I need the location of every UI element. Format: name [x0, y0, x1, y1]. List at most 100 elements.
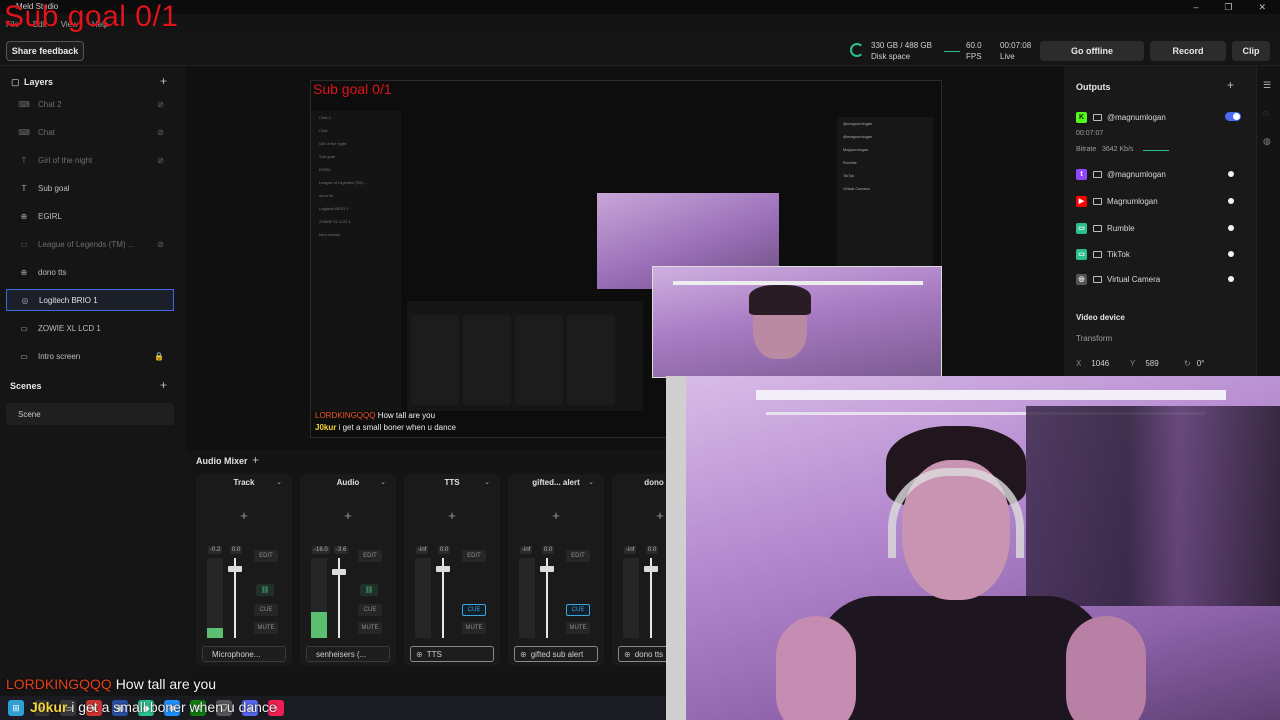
layer-item[interactable]: ▭ Intro screen 🔒 — [6, 345, 174, 367]
nested-channel — [411, 315, 459, 405]
layer-item[interactable]: ⊕ dono tts — [6, 261, 174, 283]
share-feedback-button[interactable]: Share feedback — [6, 41, 84, 61]
mute-button[interactable]: MUTE — [254, 622, 278, 634]
source-icon: ⊕ — [624, 649, 631, 659]
nested-output-row: Magnumlogan — [843, 147, 869, 152]
output-item[interactable]: ▭ TikTok — [1076, 246, 1246, 262]
chevron-down-icon[interactable]: ⌄ — [588, 478, 594, 486]
edit-button[interactable]: EDIT — [358, 550, 382, 562]
layer-label: Chat — [38, 127, 55, 137]
closet-rod — [673, 281, 923, 285]
layer-item[interactable]: T Sub goal — [6, 177, 174, 199]
level-meter — [519, 558, 535, 638]
layer-item[interactable]: T Girl of the night ⊘ — [6, 149, 174, 171]
db-right: 0.0 — [646, 546, 659, 554]
mute-button[interactable]: MUTE — [358, 622, 382, 634]
add-scene-button[interactable]: + — [160, 378, 167, 392]
channel-source-select[interactable]: Microphone... — [202, 646, 286, 662]
fader-knob[interactable] — [436, 566, 450, 572]
output-item[interactable]: t @magnumlogan — [1076, 166, 1246, 182]
y-field[interactable]: Y 589 — [1130, 356, 1159, 371]
hidden-icon[interactable]: ⊘ — [157, 100, 164, 109]
db-right: -3.6 — [334, 546, 349, 554]
edit-button[interactable]: EDIT — [254, 550, 278, 562]
x-label: X — [1076, 359, 1082, 368]
edit-button[interactable]: EDIT — [566, 550, 590, 562]
hidden-icon[interactable]: ⊘ — [157, 240, 164, 249]
cue-button[interactable]: CUE — [566, 604, 590, 616]
hidden-icon[interactable]: ⊘ — [157, 156, 164, 165]
layer-item[interactable]: ◎ Logitech BRIO 1 — [6, 289, 174, 311]
mute-button[interactable]: MUTE — [566, 622, 590, 634]
fader-knob[interactable] — [540, 566, 554, 572]
channel-source-select[interactable]: ⊕ TTS — [410, 646, 494, 662]
fader-knob[interactable] — [228, 566, 242, 572]
chevron-down-icon[interactable]: ⌄ — [380, 478, 386, 486]
output-item[interactable]: ▶ Magnumlogan — [1076, 193, 1246, 209]
link-icon[interactable]: ⛓ — [256, 584, 274, 596]
output-status-dot[interactable] — [1228, 276, 1234, 282]
minimize-icon[interactable]: – — [1193, 2, 1198, 13]
add-output-button[interactable]: + — [1227, 78, 1234, 92]
cue-button[interactable]: CUE — [462, 604, 486, 616]
layer-item[interactable]: ▭ ZOWIE XL LCD 1 — [6, 317, 174, 339]
channel-source-select[interactable]: ⊕ gifted sub alert — [514, 646, 598, 662]
output-status-dot[interactable] — [1228, 198, 1234, 204]
add-filter-button[interactable]: + — [508, 508, 604, 523]
mixer-channel: gifted... alert ⌄ + -inf 0.0 EDIT CUE MUTE ⊕ gift… — [508, 474, 604, 666]
layers-collapse-icon[interactable]: ▢ — [11, 77, 20, 88]
go-offline-button[interactable]: Go offline — [1040, 41, 1144, 61]
output-item[interactable]: ◎ Virtual Camera — [1076, 271, 1246, 287]
add-filter-button[interactable]: + — [300, 508, 396, 523]
hidden-icon[interactable]: ⊘ — [157, 128, 164, 137]
layer-label: Intro screen — [38, 351, 81, 361]
fader-knob[interactable] — [332, 569, 346, 576]
fader-knob[interactable] — [644, 566, 658, 572]
chat-user: LORDKINGQQQ — [6, 676, 112, 692]
add-filter-button[interactable]: + — [196, 508, 292, 523]
output-status-dot[interactable] — [1228, 251, 1234, 257]
level-meter — [207, 558, 223, 638]
edit-button[interactable]: EDIT — [462, 550, 486, 562]
cue-button[interactable]: CUE — [254, 604, 278, 616]
start-icon[interactable]: ⊞ — [8, 700, 24, 716]
chat-icon[interactable]: ◌ — [1263, 108, 1268, 118]
record-button[interactable]: Record — [1150, 41, 1226, 61]
output-kick[interactable]: K @magnumlogan — [1076, 109, 1246, 125]
layer-label: EGIRL — [38, 211, 63, 221]
audio-icon[interactable]: ◍ — [1263, 136, 1271, 147]
output-toggle[interactable] — [1225, 112, 1241, 121]
layer-item[interactable]: ⊕ EGIRL — [6, 205, 174, 227]
maximize-icon[interactable]: ❐ — [1224, 2, 1232, 13]
clip-button[interactable]: Clip — [1232, 41, 1270, 61]
scene-item[interactable]: Scene — [6, 403, 174, 425]
nested-output-row: @magnumlogan — [843, 134, 873, 139]
channel-controls: -inf 0.0 EDIT CUE MUTE — [412, 546, 492, 640]
close-icon[interactable]: ✕ — [1258, 2, 1266, 13]
lock-icon[interactable]: 🔒 — [154, 352, 164, 361]
link-icon[interactable]: ⛓ — [360, 584, 378, 596]
nested-layer-row: dono tts — [319, 193, 334, 198]
add-layer-button[interactable]: + — [160, 74, 167, 88]
bitrate-value: 3642 Kb/s — [1102, 146, 1134, 153]
add-audio-button[interactable]: + — [252, 453, 259, 467]
output-status-dot[interactable] — [1228, 171, 1234, 177]
chevron-down-icon[interactable]: ⌄ — [484, 478, 490, 486]
mute-button[interactable]: MUTE — [462, 622, 486, 634]
nested-channel — [567, 315, 615, 405]
nested-output-row: @magnumlogan — [843, 121, 873, 126]
properties-icon[interactable]: ☰ — [1263, 80, 1271, 91]
cue-button[interactable]: CUE — [358, 604, 382, 616]
webcam-source-selected[interactable] — [652, 266, 942, 378]
add-filter-button[interactable]: + — [404, 508, 500, 523]
layer-item[interactable]: ⌨ Chat ⊘ — [6, 121, 174, 143]
output-status-dot[interactable] — [1228, 225, 1234, 231]
x-field[interactable]: X 1046 — [1076, 356, 1109, 371]
layer-item[interactable]: ⌨ Chat 2 ⊘ — [6, 93, 174, 115]
chevron-down-icon[interactable]: ⌄ — [276, 478, 282, 486]
rotation-field[interactable]: ↻ 0° — [1184, 356, 1204, 371]
platform-icon: ▭ — [1076, 222, 1087, 234]
layer-item[interactable]: ▭ League of Legends (TM) ... ⊘ — [6, 233, 174, 255]
output-item[interactable]: ▭ Rumble — [1076, 220, 1246, 236]
channel-source-select[interactable]: senheisers (... — [306, 646, 390, 662]
